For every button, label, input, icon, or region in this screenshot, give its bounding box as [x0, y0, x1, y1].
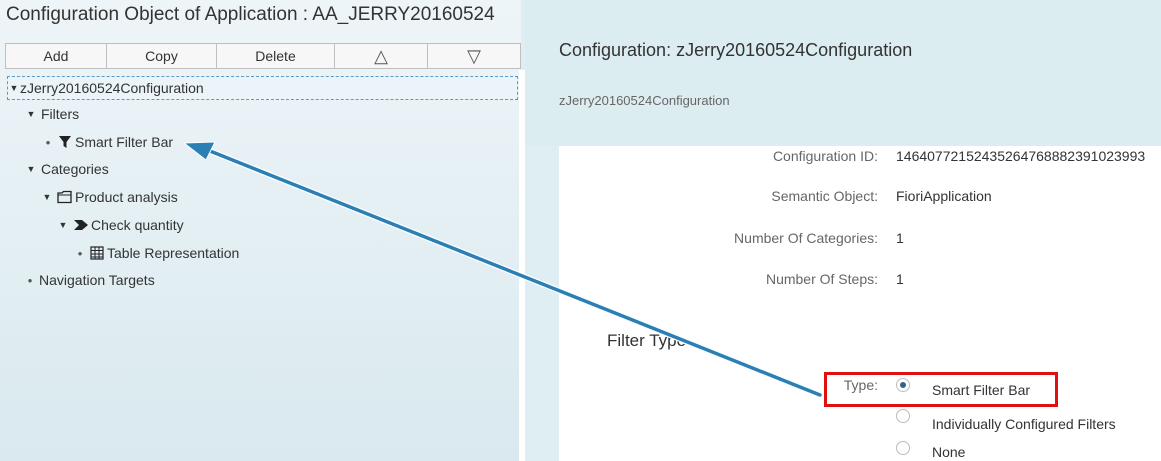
annotation-arrow — [182, 141, 823, 398]
